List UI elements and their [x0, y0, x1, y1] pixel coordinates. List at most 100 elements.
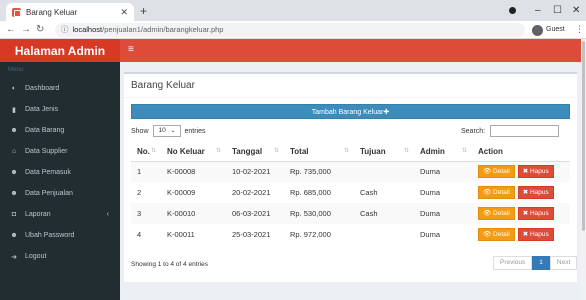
cell-no-keluar: K-00010	[161, 203, 226, 224]
detail-button[interactable]: 👁 Detail	[478, 186, 515, 199]
cell-no-keluar: K-00011	[167, 230, 195, 239]
column-header[interactable]: Tujuan ⇅	[354, 142, 414, 162]
cell-no-keluar: K-00008	[161, 161, 226, 182]
column-header[interactable]: Total ⇅	[284, 142, 354, 162]
column-header-label: No.	[137, 146, 150, 156]
cell-tanggal: 06-03-2021	[226, 203, 284, 224]
hapus-button[interactable]: ✖ Hapus	[517, 207, 554, 220]
record-icon[interactable]	[509, 7, 516, 14]
logout-icon: ➜	[11, 253, 17, 261]
add-barang-keluar-button[interactable]: Tambah Barang Keluar✚	[131, 104, 570, 119]
cell-admin: Duma	[414, 203, 472, 224]
hapus-button[interactable]: ✖ Hapus	[517, 228, 554, 241]
browser-menu-icon[interactable]: ⋮	[575, 24, 584, 35]
data-table: No. ⇅ No Keluar ⇅ Tanggal ⇅ Total ⇅ Tujuan ⇅ Admin…	[131, 142, 570, 245]
sidebar-item-logout[interactable]: ➜ Logout	[0, 246, 120, 267]
tab-close-icon[interactable]: ✕	[120, 7, 128, 18]
sidebar-item-label: Dashboard	[25, 85, 60, 92]
sidebar-item-data-supplier[interactable]: ⌂ Data Supplier	[0, 141, 120, 162]
profile-label: Guest	[546, 26, 565, 33]
hapus-button[interactable]: ✖ Hapus	[517, 165, 554, 179]
sidebar-item-label: Data Jenis	[25, 106, 59, 113]
detail-button[interactable]: 👁 Detail	[478, 207, 515, 220]
table-row: 4 K-00011 25-03-2021 Rp. 972,000 Duma 👁 Detai…	[131, 224, 570, 245]
sidebar-item-data-jenis[interactable]: ▮ Data Jenis	[0, 99, 120, 120]
cell-total: Rp. 530,000	[284, 203, 354, 224]
favicon-icon	[12, 7, 21, 17]
page-1-button[interactable]: 1	[532, 256, 550, 270]
cell-tujuan	[354, 224, 414, 245]
sidebar-item-label: Data Barang	[25, 127, 65, 134]
forward-icon[interactable]: →	[21, 23, 31, 37]
browser-tab[interactable]: Barang Keluar ✕	[6, 3, 134, 21]
scrollbar-thumb[interactable]	[582, 41, 585, 231]
sidebar-item-label: Data Supplier	[25, 148, 68, 155]
new-tab-button[interactable]: +	[140, 3, 147, 19]
sidebar-item-laporan[interactable]: ◘ Laporan ‹	[0, 204, 120, 225]
column-header-label: Admin	[420, 146, 445, 156]
url-input[interactable]: ⓘ localhost/penjualan1/admin/barangkeluar…	[55, 23, 525, 37]
sidebar-item-dashboard[interactable]: ◐ Dashboard	[0, 78, 120, 99]
cell-action: 👁 Detail ✖ Hapus	[472, 224, 570, 245]
page-title: Barang Keluar	[131, 80, 195, 91]
url-host: localhost	[72, 25, 103, 34]
sort-icon: ⇅	[343, 148, 349, 154]
column-header[interactable]: No. ⇅	[131, 142, 161, 162]
hamburger-icon[interactable]: ≡	[128, 44, 134, 55]
maximize-button[interactable]: ☐	[553, 0, 562, 21]
tab-title: Barang Keluar	[26, 7, 78, 17]
brand-logo[interactable]: Halaman Admin	[0, 39, 120, 62]
show-label: Show	[131, 127, 149, 135]
minimize-button[interactable]: –	[535, 0, 541, 21]
sidebar-item-ubah-password[interactable]: ☻ Ubah Password	[0, 225, 120, 246]
site-info-icon[interactable]: ⓘ	[61, 25, 69, 34]
cell-admin: Duma	[420, 188, 441, 197]
next-button[interactable]: Next	[549, 256, 578, 270]
close-window-button[interactable]: ✕	[572, 0, 580, 21]
cell-total: Rp. 685,000	[290, 188, 331, 197]
column-header[interactable]: Action	[472, 142, 570, 162]
sort-icon: ⇅	[215, 148, 221, 154]
book-icon: ▮	[12, 106, 16, 114]
cell-tujuan	[354, 161, 414, 182]
detail-button[interactable]: 👁 Detail	[478, 228, 515, 241]
entries-select[interactable]: 10 ⌄	[152, 125, 181, 137]
cell-action: 👁 Detail ✖ Hapus	[472, 203, 570, 224]
cell-no: 3	[131, 203, 161, 224]
avatar-icon	[532, 24, 543, 36]
chevron-down-icon: ⌄	[170, 128, 176, 134]
cell-total: Rp. 972,000	[290, 230, 331, 239]
users-icon: ☻	[10, 169, 18, 176]
sidebar-item-data-barang[interactable]: ☻ Data Barang	[0, 120, 120, 141]
column-header-label: Tanggal	[232, 146, 263, 156]
chevron-left-icon: ‹	[106, 211, 109, 218]
back-icon[interactable]: ←	[6, 23, 16, 37]
column-header[interactable]: Tanggal ⇅	[226, 142, 284, 162]
cell-tujuan: Cash	[354, 203, 414, 224]
reload-icon[interactable]: ↻	[36, 23, 44, 37]
sidebar-item-label: Logout	[25, 253, 47, 260]
content-wrapper: Barang Keluar Tambah Barang Keluar✚ Show…	[120, 62, 581, 300]
table-row: 1 K-00008 10-02-2021 Rp. 735,000 Duma 👁 Detai…	[131, 161, 570, 182]
table-row: 3 K-00010 06-03-2021 Rp. 530,000 Cash Duma 👁 D…	[131, 203, 570, 224]
search-input[interactable]	[490, 125, 560, 137]
cell-no: 1	[131, 161, 161, 182]
detail-button[interactable]: 👁 Detail	[478, 165, 515, 179]
cell-tujuan: Cash	[360, 188, 378, 197]
table-row: 2 K-00009 20-02-2021 Rp. 685,000 Cash Duma 👁 D…	[131, 182, 570, 203]
sidebar-item-data-penjualan[interactable]: ☻ Data Penjualan	[0, 183, 120, 204]
cell-total: Rp. 735,000	[284, 161, 354, 182]
sidebar-item-label: Laporan	[25, 211, 51, 218]
cell-tanggal: 20-02-2021	[232, 188, 271, 197]
sidebar-item-data-pemasuk[interactable]: ☻ Data Pemasuk	[0, 162, 120, 183]
column-header[interactable]: No Keluar ⇅	[161, 142, 226, 162]
hapus-button[interactable]: ✖ Hapus	[517, 186, 554, 199]
column-header[interactable]: Admin ⇅	[414, 142, 472, 162]
sort-icon: ⇅	[273, 148, 279, 154]
previous-button[interactable]: Previous	[493, 256, 533, 270]
column-header-label: Tujuan	[360, 146, 386, 156]
cell-tanggal: 10-02-2021	[226, 161, 284, 182]
profile-button[interactable]: Guest	[532, 24, 565, 36]
cell-admin: Duma	[420, 230, 441, 239]
cell-action: 👁 Detail ✖ Hapus	[472, 161, 570, 182]
